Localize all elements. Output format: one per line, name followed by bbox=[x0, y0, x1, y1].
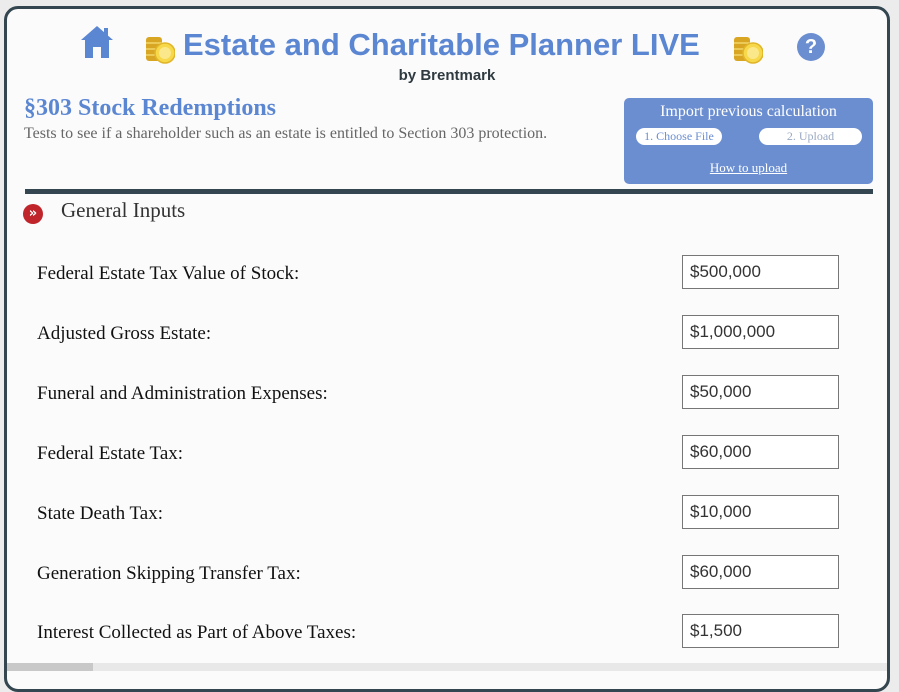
field-row-state-death-tax: State Death Tax: bbox=[7, 495, 887, 535]
scrollbar-thumb[interactable] bbox=[7, 663, 93, 671]
app-header: Estate and Charitable Planner LIVE ? by … bbox=[7, 9, 887, 89]
upload-button[interactable]: 2. Upload bbox=[759, 128, 862, 145]
gst-tax-input[interactable] bbox=[682, 555, 839, 589]
horizontal-scrollbar[interactable] bbox=[7, 663, 887, 671]
field-row-interest-collected: Interest Collected as Part of Above Taxe… bbox=[7, 614, 887, 654]
help-icon[interactable]: ? bbox=[797, 33, 825, 61]
field-row-estate-tax-value: Federal Estate Tax Value of Stock: bbox=[7, 255, 887, 295]
field-row-adjusted-gross-estate: Adjusted Gross Estate: bbox=[7, 315, 887, 355]
section-divider bbox=[25, 189, 873, 194]
interest-collected-input[interactable] bbox=[682, 614, 839, 648]
import-panel: Import previous calculation 1. Choose Fi… bbox=[624, 98, 873, 184]
import-panel-title: Import previous calculation bbox=[660, 103, 837, 120]
app-byline: by Brentmark bbox=[398, 67, 496, 84]
field-row-federal-estate-tax: Federal Estate Tax: bbox=[7, 435, 887, 475]
federal-estate-tax-input[interactable] bbox=[682, 435, 839, 469]
home-icon[interactable] bbox=[79, 24, 115, 60]
double-chevron-right-icon: » bbox=[23, 204, 43, 224]
choose-file-button[interactable]: 1. Choose File bbox=[636, 128, 722, 145]
app-frame: Estate and Charitable Planner LIVE ? by … bbox=[4, 6, 890, 692]
field-label: Federal Estate Tax Value of Stock: bbox=[37, 263, 300, 284]
estate-tax-value-input[interactable] bbox=[682, 255, 839, 289]
page-title: §303 Stock Redemptions bbox=[24, 95, 277, 121]
how-to-upload-link[interactable]: How to upload bbox=[624, 160, 873, 176]
funeral-admin-expenses-input[interactable] bbox=[682, 375, 839, 409]
field-label: State Death Tax: bbox=[37, 503, 164, 524]
adjusted-gross-estate-input[interactable] bbox=[682, 315, 839, 349]
field-label: Interest Collected as Part of Above Taxe… bbox=[37, 622, 357, 643]
field-label: Adjusted Gross Estate: bbox=[37, 323, 212, 344]
page-description: Tests to see if a shareholder such as an… bbox=[24, 125, 548, 142]
section-title: General Inputs bbox=[61, 198, 186, 222]
field-row-gst-tax: Generation Skipping Transfer Tax: bbox=[7, 555, 887, 595]
state-death-tax-input[interactable] bbox=[682, 495, 839, 529]
field-label: Funeral and Administration Expenses: bbox=[37, 383, 328, 404]
field-label: Generation Skipping Transfer Tax: bbox=[37, 563, 301, 584]
field-row-funeral-admin-expenses: Funeral and Administration Expenses: bbox=[7, 375, 887, 415]
field-label: Federal Estate Tax: bbox=[37, 443, 184, 464]
coin-stack-icon bbox=[734, 37, 763, 64]
app-title: Estate and Charitable Planner LIVE bbox=[183, 27, 700, 62]
coin-stack-icon bbox=[146, 37, 175, 64]
